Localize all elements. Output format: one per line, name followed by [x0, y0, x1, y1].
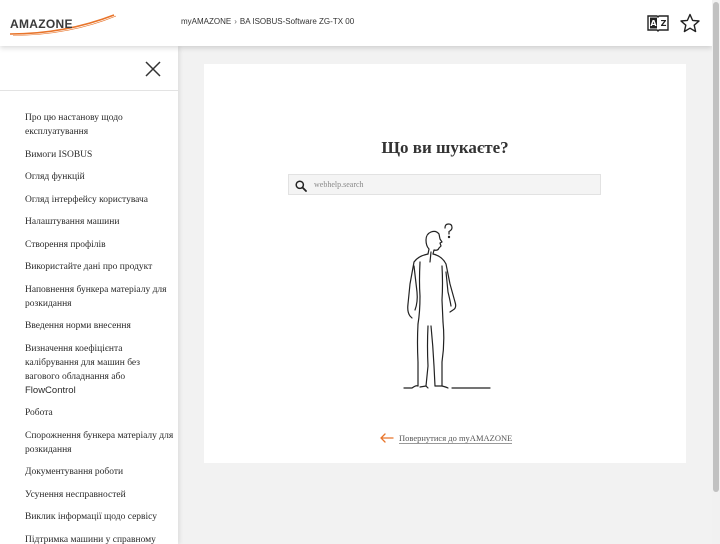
page-scrollbar[interactable] [712, 0, 720, 544]
sidebar-item-product-data[interactable]: Використайте дані про продукт [25, 260, 175, 274]
search-card: Що ви шукаєте? webhelp.search Повернутис… [204, 64, 686, 463]
sidebar-item-troubleshooting[interactable]: Усунення несправностей [25, 488, 175, 502]
breadcrumb-current-doc[interactable]: BA ISOBUS-Software ZG-TX 00 [240, 17, 354, 26]
arrow-left-icon [380, 433, 394, 443]
favorite-star-icon[interactable] [679, 13, 701, 33]
sidebar-item-about[interactable]: Про цю настанову щодо експлуатування [25, 111, 175, 139]
search-input[interactable] [314, 177, 594, 192]
sidebar-item-operation[interactable]: Робота [25, 406, 175, 420]
search-box[interactable] [288, 174, 601, 195]
sidebar-item-document-work[interactable]: Документування роботи [25, 465, 175, 479]
sidebar-item-fill-hopper[interactable]: Наповнення бункера матеріалу для розкида… [25, 283, 175, 311]
page-title: Що ви шукаєте? [381, 138, 509, 157]
sidebar-item-calibration-factor[interactable]: Визначення коефіцієнта калібрування для … [25, 342, 175, 398]
sidebar-item-service-info[interactable]: Виклик інформації щодо сервісу [25, 510, 175, 524]
glossary-icon[interactable]: A Z [647, 13, 669, 33]
top-header: AMAZONE myAMAZONE › BA ISOBUS-Software ZG-… [0, 0, 712, 46]
svg-text:Z: Z [661, 19, 667, 28]
sidebar-item-empty-hopper[interactable]: Спорожнення бункера матеріалу для розкид… [25, 429, 175, 457]
sidebar-item-application-rate[interactable]: Введення норми внесення [25, 319, 175, 333]
logo-text: AMAZONE [10, 17, 73, 31]
close-icon[interactable] [144, 60, 162, 78]
sidebar-item-functions-overview[interactable]: Огляд функцій [25, 170, 175, 184]
scrollbar-thumb[interactable] [713, 2, 719, 492]
sidebar-item-flowcontrol-label: FlowControl [25, 384, 76, 396]
back-link-label: Повернутися до myAMAZONE [399, 433, 513, 444]
thinking-person-illustration [398, 222, 494, 394]
amazone-logo[interactable]: AMAZONE [10, 13, 116, 37]
sidebar: Про цю настанову щодо експлуатування Вим… [0, 46, 178, 544]
sidebar-item-ui-overview[interactable]: Огляд інтерфейсу користувача [25, 193, 175, 207]
breadcrumb: myAMAZONE › BA ISOBUS-Software ZG-TX 00 [181, 17, 354, 26]
sidebar-item-machine-settings[interactable]: Налаштування машини [25, 215, 175, 229]
search-icon [295, 179, 307, 192]
sidebar-item-calibration-label: Визначення коефіцієнта калібрування для … [25, 343, 140, 382]
sidebar-top [0, 46, 178, 91]
breadcrumb-separator: › [234, 17, 237, 26]
sidebar-item-create-profiles[interactable]: Створення профілів [25, 238, 175, 252]
svg-text:A: A [650, 19, 657, 28]
sidebar-item-isobus-requirements[interactable]: Вимоги ISOBUS [25, 148, 175, 162]
sidebar-item-maintenance[interactable]: Підтримка машини у справному [25, 533, 175, 544]
breadcrumb-myamazone[interactable]: myAMAZONE [181, 17, 231, 26]
sidebar-nav: Про цю настанову щодо експлуатування Вим… [25, 111, 175, 544]
